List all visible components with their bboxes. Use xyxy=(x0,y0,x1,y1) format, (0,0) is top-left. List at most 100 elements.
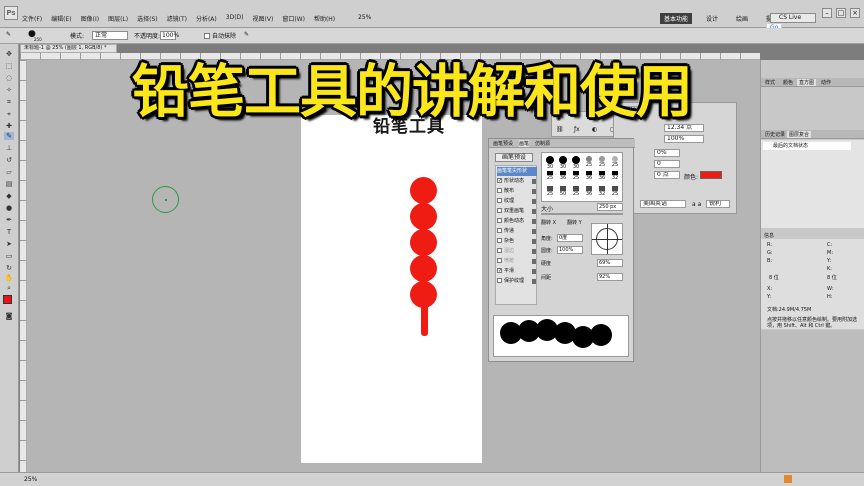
blur-tool-icon[interactable]: ◆ xyxy=(4,192,14,200)
option-shape-dynamics[interactable]: ✓ 形状动态 xyxy=(497,177,537,186)
option-scattering[interactable]: 散布 xyxy=(497,187,537,196)
brush-tip[interactable]: 25 xyxy=(570,170,582,184)
option-airbrush[interactable]: 喷枪 xyxy=(497,257,537,266)
lasso-tool-icon[interactable]: ◌ xyxy=(4,74,14,82)
lock-icon[interactable] xyxy=(532,229,536,234)
brush-tip[interactable]: 30 xyxy=(557,155,569,170)
brush-tip[interactable]: 32 xyxy=(596,185,608,199)
antialias-select[interactable]: 锐利 xyxy=(706,200,730,208)
brush-tip[interactable]: 36 xyxy=(583,170,595,184)
option-noise[interactable]: 杂色 xyxy=(497,237,537,246)
lock-icon[interactable] xyxy=(532,179,536,184)
lock-icon[interactable] xyxy=(532,199,536,204)
brush-tip[interactable]: 30 xyxy=(544,155,556,170)
tab-clone-source[interactable]: 仿制源 xyxy=(535,140,550,147)
angle-input[interactable]: 0度 xyxy=(557,234,583,242)
roundness-input[interactable]: 100% xyxy=(557,246,583,254)
move-tool-icon[interactable]: ✥ xyxy=(4,50,14,58)
lock-icon[interactable] xyxy=(532,279,536,284)
opacity-input[interactable]: 100% xyxy=(160,31,179,40)
minimize-icon[interactable]: – xyxy=(822,8,832,18)
workspace-design[interactable]: 设计 xyxy=(702,13,722,24)
clone-stamp-icon[interactable]: ⊥ xyxy=(4,144,14,152)
workspace-painting[interactable]: 绘画 xyxy=(732,13,752,24)
option-transfer[interactable]: 传递 xyxy=(497,227,537,236)
option-texture[interactable]: 纹理 xyxy=(497,197,537,206)
flip-x-label[interactable]: 翻转 X xyxy=(541,219,556,226)
flip-y-label[interactable]: 翻转 Y xyxy=(567,219,582,226)
workspace-essentials[interactable]: 基本功能 xyxy=(660,13,693,24)
crop-tool-icon[interactable]: ⌗ xyxy=(4,98,14,106)
quick-mask-icon[interactable]: ◙ xyxy=(4,312,14,320)
document-canvas[interactable] xyxy=(301,115,482,463)
menu-image[interactable]: 图像(I) xyxy=(81,14,99,23)
close-icon[interactable]: × xyxy=(850,8,860,18)
lock-icon[interactable] xyxy=(532,239,536,244)
brush-tip[interactable]: 25 xyxy=(609,185,621,199)
brush-tip[interactable]: 25 xyxy=(609,155,621,169)
tab-actions[interactable]: 动作 xyxy=(819,79,833,86)
brush-tip[interactable]: 25 xyxy=(596,155,608,169)
foreground-color-swatch[interactable] xyxy=(3,295,12,304)
brush-tip[interactable]: 25 xyxy=(570,185,582,199)
path-selection-icon[interactable]: ➤ xyxy=(4,240,14,248)
angle-roundness-widget[interactable] xyxy=(591,223,623,255)
cs-live-button[interactable]: CS Live xyxy=(770,13,816,23)
tab-layer-comps[interactable]: 图层复合 xyxy=(787,131,812,138)
scale-field[interactable]: 0 xyxy=(654,160,680,168)
blend-mode-select[interactable]: 正常 xyxy=(92,31,128,40)
pencil-tool-button-icon[interactable]: ✎ xyxy=(4,132,14,140)
shape-tool-icon[interactable]: ▭ xyxy=(4,252,14,260)
tablet-pressure-icon[interactable]: ✎ xyxy=(244,31,249,38)
menu-view[interactable]: 视图(V) xyxy=(253,14,274,23)
document-tab[interactable]: 未标题-1 @ 25% (图层 1, RGB/8) * xyxy=(20,44,117,53)
healing-brush-icon[interactable]: ✚ xyxy=(4,122,14,130)
brush-tip[interactable]: 36 xyxy=(596,170,608,184)
tracking-field[interactable]: 100% xyxy=(664,135,704,143)
3d-rotate-icon[interactable]: ↻ xyxy=(4,264,14,272)
text-color-swatch[interactable] xyxy=(700,171,722,179)
notification-icon[interactable] xyxy=(784,475,792,483)
zoom-tool-icon[interactable]: ⌕ xyxy=(4,284,14,292)
magic-wand-icon[interactable]: ✧ xyxy=(4,86,14,94)
language-select[interactable]: 美国英语 xyxy=(640,200,686,208)
brush-tip[interactable]: 25 xyxy=(583,155,595,169)
kerning-field[interactable]: 0% xyxy=(654,149,680,157)
brush-tip[interactable]: 32 xyxy=(609,170,621,184)
menu-analysis[interactable]: 分析(A) xyxy=(196,14,217,23)
option-smoothing[interactable]: ✓ 平滑 xyxy=(497,267,537,276)
tab-styles[interactable]: 样式 xyxy=(763,79,777,86)
brush-tip[interactable]: 36 xyxy=(557,170,569,184)
menu-file[interactable]: 文件(F) xyxy=(22,14,42,23)
pen-tool-icon[interactable]: ✒ xyxy=(4,216,14,224)
pencil-tool-icon[interactable]: ✎ xyxy=(6,31,11,38)
menu-select[interactable]: 选择(S) xyxy=(137,14,158,23)
marquee-tool-icon[interactable]: ⬚ xyxy=(4,62,14,70)
gradient-tool-icon[interactable]: ▤ xyxy=(4,180,14,188)
menu-window[interactable]: 窗口(W) xyxy=(282,14,305,23)
lock-icon[interactable] xyxy=(532,249,536,254)
brush-tip[interactable]: 25 xyxy=(544,170,556,184)
type-tool-icon[interactable]: T xyxy=(4,228,14,236)
zoom-level-dropdown[interactable]: 25% xyxy=(358,14,371,21)
history-item[interactable]: 最后的文档状态 xyxy=(763,142,851,150)
tab-color[interactable]: 颜色 xyxy=(781,79,795,86)
menu-help[interactable]: 帮助(H) xyxy=(314,14,335,23)
menu-layer[interactable]: 图层(L) xyxy=(108,14,128,23)
brush-tip[interactable]: 25 xyxy=(544,185,556,199)
brush-tip[interactable]: 36 xyxy=(583,185,595,199)
lock-icon[interactable] xyxy=(532,269,536,274)
dodge-tool-icon[interactable]: ● xyxy=(4,204,14,212)
hardness-input[interactable]: 69% xyxy=(597,259,623,267)
menu-edit[interactable]: 编辑(E) xyxy=(51,14,71,23)
option-protect-texture[interactable]: 保护纹理 xyxy=(497,277,537,286)
option-wet-edges[interactable]: 湿边 xyxy=(497,247,537,256)
auto-erase-checkbox[interactable] xyxy=(204,33,210,39)
spacing-label[interactable]: 间距 xyxy=(541,274,551,281)
option-dual-brush[interactable]: 双重画笔 xyxy=(497,207,537,216)
tab-brush[interactable]: 画笔 xyxy=(519,140,530,147)
option-color-dynamics[interactable]: 颜色动态 xyxy=(497,217,537,226)
lock-icon[interactable] xyxy=(532,219,536,224)
tab-histogram[interactable]: 直方图 xyxy=(797,79,817,86)
menu-filter[interactable]: 滤镜(T) xyxy=(167,14,187,23)
